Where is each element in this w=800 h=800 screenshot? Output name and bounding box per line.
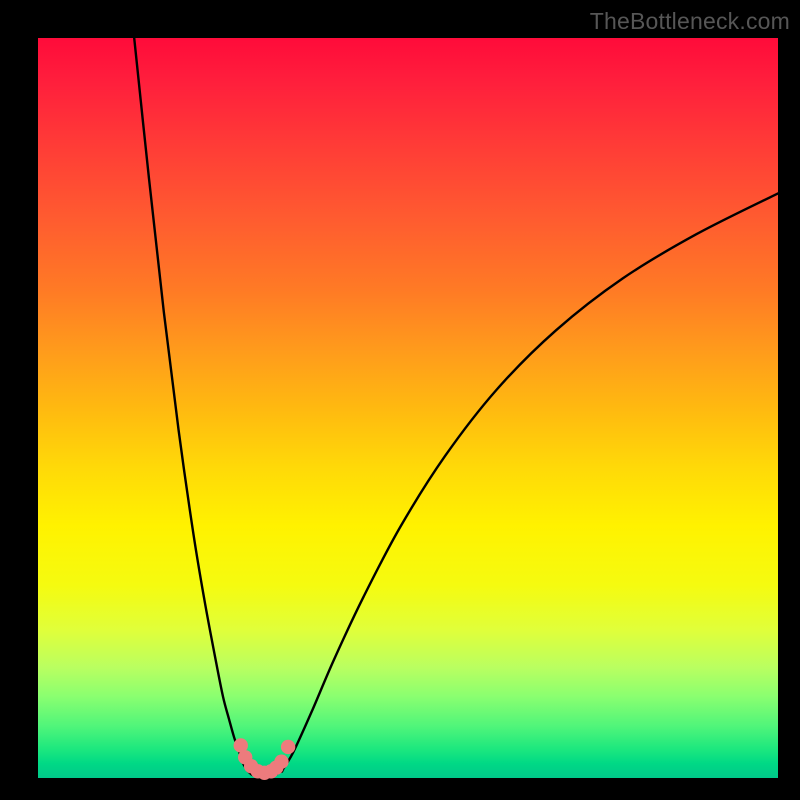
plot-area [38,38,778,778]
watermark-text: TheBottleneck.com [590,8,790,35]
valley-marker [274,755,288,769]
outer-frame: TheBottleneck.com [0,0,800,800]
chart-svg [38,38,778,778]
bottleneck-curve [134,38,778,777]
valley-marker [281,740,295,754]
marker-group [234,738,296,780]
curve-group [134,38,778,777]
